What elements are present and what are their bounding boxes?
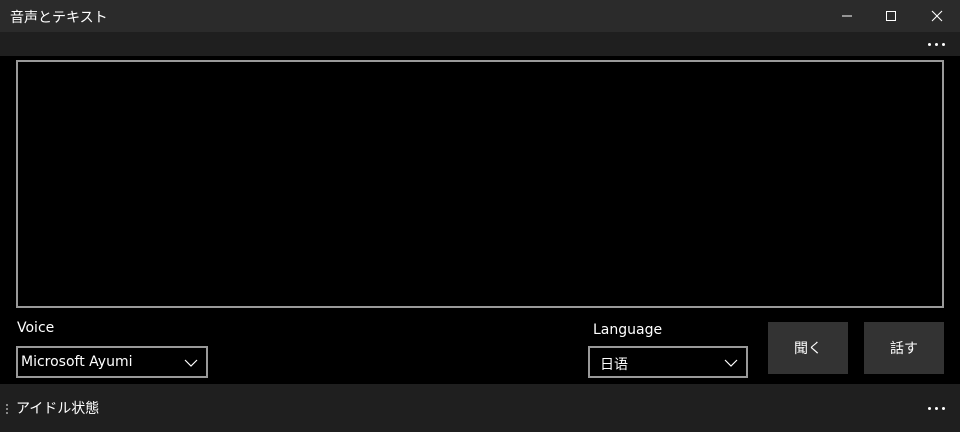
status-bar: アイドル状態 [0, 384, 960, 432]
voice-select[interactable]: Microsoft Ayumi [16, 346, 208, 378]
minimize-icon [842, 15, 852, 17]
grip-icon [6, 404, 8, 414]
language-selected-value: 日语 [600, 357, 628, 373]
language-select[interactable]: 日语 [588, 346, 748, 378]
speak-button[interactable]: 話す [864, 322, 944, 374]
more-icon [927, 406, 931, 410]
text-input-area[interactable] [16, 60, 944, 308]
language-label: Language [593, 322, 663, 338]
more-icon [927, 42, 931, 46]
close-button[interactable] [914, 0, 960, 32]
chevron-down-icon [724, 359, 738, 367]
chevron-down-icon [184, 359, 198, 367]
title-bar: 音声とテキスト [0, 0, 960, 32]
close-icon [931, 10, 943, 22]
voice-label: Voice [17, 320, 55, 336]
maximize-button[interactable] [868, 0, 914, 32]
maximize-icon [886, 11, 896, 21]
minimize-button[interactable] [824, 0, 870, 32]
status-more-button[interactable] [916, 396, 956, 420]
status-text: アイドル状態 [16, 401, 100, 417]
voice-selected-value: Microsoft Ayumi [21, 354, 133, 370]
more-options-button[interactable] [916, 32, 956, 56]
window-title: 音声とテキスト [10, 10, 108, 26]
listen-button[interactable]: 聞く [768, 322, 848, 374]
command-bar [0, 32, 960, 56]
